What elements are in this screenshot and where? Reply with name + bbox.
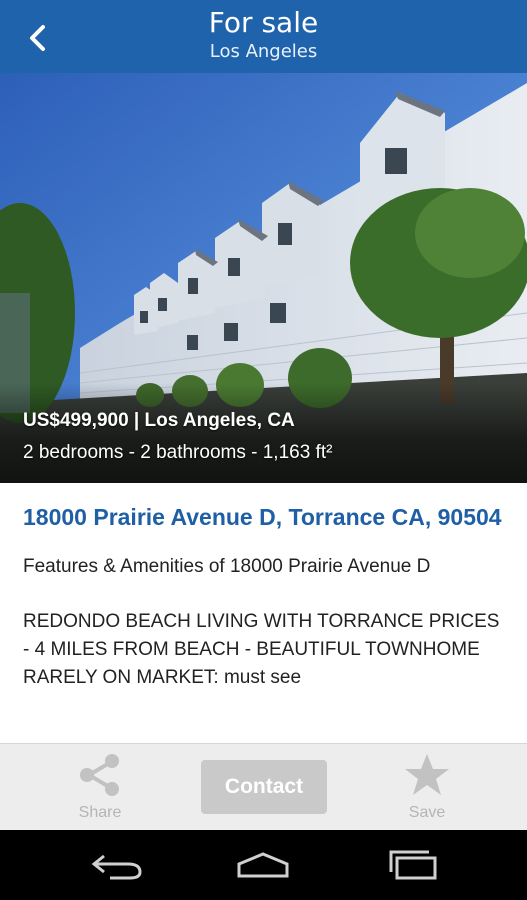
- listing-price-location: US$499,900 | Los Angeles, CA: [23, 410, 295, 431]
- page-subtitle: Los Angeles: [209, 41, 318, 62]
- listing-address: 18000 Prairie Avenue D, Torrance CA, 905…: [23, 504, 502, 530]
- back-arrow-icon: [91, 854, 142, 880]
- nav-home-button[interactable]: [228, 844, 298, 886]
- star-icon: [405, 754, 449, 795]
- listing-description: REDONDO BEACH LIVING WITH TORRANCE PRICE…: [23, 611, 500, 688]
- share-label: Share: [78, 804, 122, 821]
- save-label: Save: [408, 804, 446, 821]
- action-bar: Share Contact Save: [0, 743, 527, 830]
- listing-details: 2 bedrooms - 2 bathrooms - 1,163 ft²: [23, 442, 333, 463]
- contact-button[interactable]: Contact: [201, 760, 327, 814]
- save-button[interactable]: Save: [372, 752, 482, 822]
- page-title: For sale: [208, 6, 319, 39]
- system-nav-bar: [0, 830, 527, 900]
- features-heading: Features & Amenities of 18000 Prairie Av…: [23, 556, 431, 577]
- listing-photo[interactable]: US$499,900 | Los Angeles, CA 2 bedrooms …: [0, 73, 527, 483]
- share-button[interactable]: Share: [45, 752, 155, 822]
- photo-caption-overlay: [0, 383, 527, 483]
- recent-apps-icon: [389, 850, 437, 880]
- nav-recents-button[interactable]: [378, 844, 448, 886]
- share-icon: [80, 754, 119, 796]
- header-bar: For sale Los Angeles: [0, 0, 527, 73]
- home-icon: [237, 852, 289, 878]
- nav-back-button[interactable]: [82, 844, 152, 886]
- listing-content[interactable]: 18000 Prairie Avenue D, Torrance CA, 905…: [0, 483, 527, 743]
